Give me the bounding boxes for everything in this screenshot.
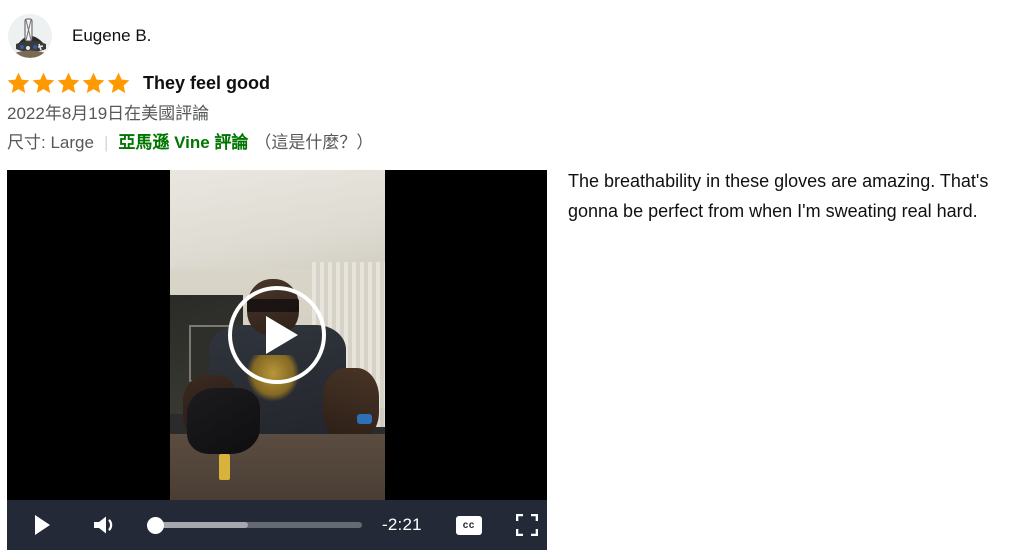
volume-button[interactable] <box>91 512 121 538</box>
star-icon <box>82 72 105 93</box>
review-meta: 尺寸: Large | 亞馬遜 Vine 評論 （這是什麼？） <box>7 132 373 154</box>
review-body-text: The breathability in these gloves are am… <box>568 171 989 221</box>
vine-help-link[interactable]: （這是什麼？） <box>254 132 373 154</box>
star-icon <box>57 72 80 93</box>
review-title[interactable]: They feel good <box>143 73 270 94</box>
meta-divider: | <box>103 133 109 152</box>
rating-and-title: They feel good <box>6 70 270 96</box>
play-icon <box>34 515 50 535</box>
volume-on-icon <box>94 516 113 534</box>
size-label: 尺寸: Large <box>7 133 94 152</box>
star-icon <box>32 72 55 93</box>
review-body: The breathability in these gloves are am… <box>568 166 1018 226</box>
play-button[interactable] <box>29 512 55 538</box>
progress-slider[interactable] <box>147 514 362 536</box>
star-icon <box>7 72 30 93</box>
video-controls-bar: -2:21 cc <box>7 500 547 550</box>
review-date: 2022年8月19日在美國評論 <box>7 104 210 123</box>
closed-captions-button[interactable]: cc <box>455 515 482 535</box>
fullscreen-button[interactable] <box>515 514 538 536</box>
play-circle-icon[interactable] <box>228 286 326 384</box>
star-rating[interactable] <box>6 71 131 95</box>
video-player[interactable]: -2:21 cc <box>7 170 547 550</box>
star-icon <box>107 72 130 93</box>
fullscreen-icon <box>515 514 538 536</box>
user-avatar-image <box>8 14 52 58</box>
time-remaining: -2:21 <box>382 515 422 534</box>
vine-badge[interactable]: 亞馬遜 Vine 評論 <box>118 132 248 154</box>
reviewer-profile[interactable]: Eugene B. <box>8 14 151 58</box>
video-stage[interactable] <box>7 170 547 500</box>
progress-knob[interactable] <box>147 516 164 534</box>
review-container: Eugene B. They feel good 2022年8月19日在美國評論… <box>0 0 1020 550</box>
reviewer-name[interactable]: Eugene B. <box>72 26 151 46</box>
avatar[interactable] <box>8 14 52 58</box>
play-triangle-icon <box>265 316 298 354</box>
